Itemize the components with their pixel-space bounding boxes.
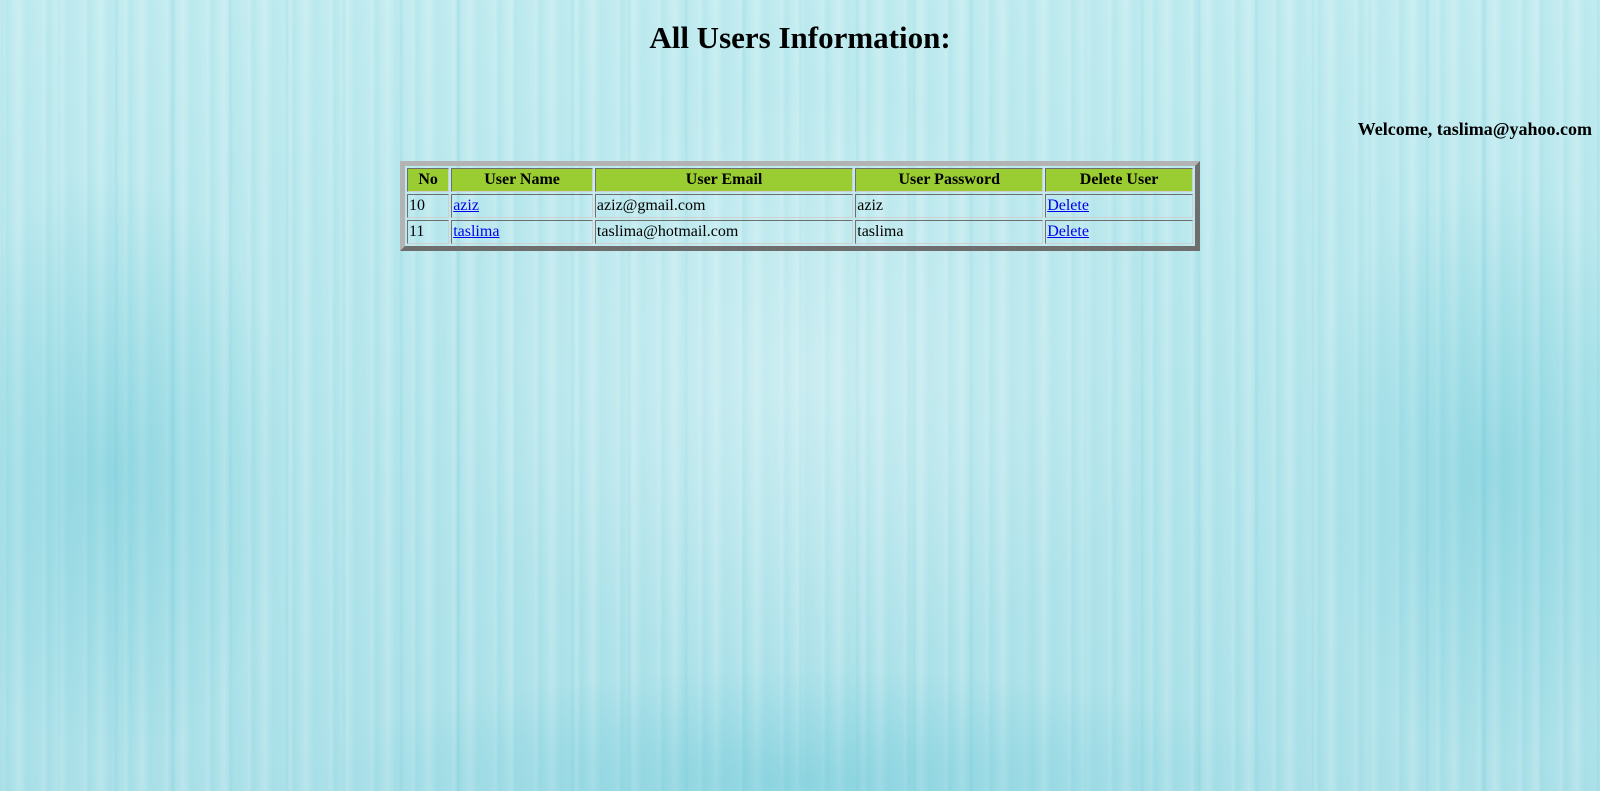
cell-user-name: aziz	[451, 194, 593, 218]
table-row: 11 taslima taslima@hotmail.com taslima D…	[407, 220, 1193, 244]
cell-user-password: aziz	[855, 194, 1044, 218]
welcome-message: Welcome, taslima@yahoo.com	[1357, 119, 1592, 139]
user-name-link[interactable]: aziz	[453, 197, 479, 214]
cell-user-email: taslima@hotmail.com	[594, 220, 854, 244]
delete-user-link[interactable]: Delete	[1047, 223, 1089, 240]
cell-no: 10	[407, 194, 450, 218]
user-name-link[interactable]: taslima	[453, 223, 499, 240]
delete-user-link[interactable]: Delete	[1047, 197, 1089, 214]
cell-user-password: taslima	[855, 220, 1044, 244]
header-user-password: User Password	[855, 168, 1044, 192]
table-row: 10 aziz aziz@gmail.com aziz Delete	[407, 194, 1193, 218]
header-no: No	[407, 168, 450, 192]
table-header-row: No User Name User Email User Password De…	[407, 168, 1193, 192]
cell-user-name: taslima	[451, 220, 593, 244]
cell-delete: Delete	[1045, 194, 1193, 218]
cell-delete: Delete	[1045, 220, 1193, 244]
header-user-name: User Name	[451, 168, 593, 192]
header-delete-user: Delete User	[1045, 168, 1193, 192]
header-user-email: User Email	[594, 168, 854, 192]
page-title: All Users Information:	[649, 20, 951, 55]
cell-user-email: aziz@gmail.com	[594, 194, 854, 218]
cell-no: 11	[407, 220, 450, 244]
users-table: No User Name User Email User Password De…	[400, 161, 1200, 251]
